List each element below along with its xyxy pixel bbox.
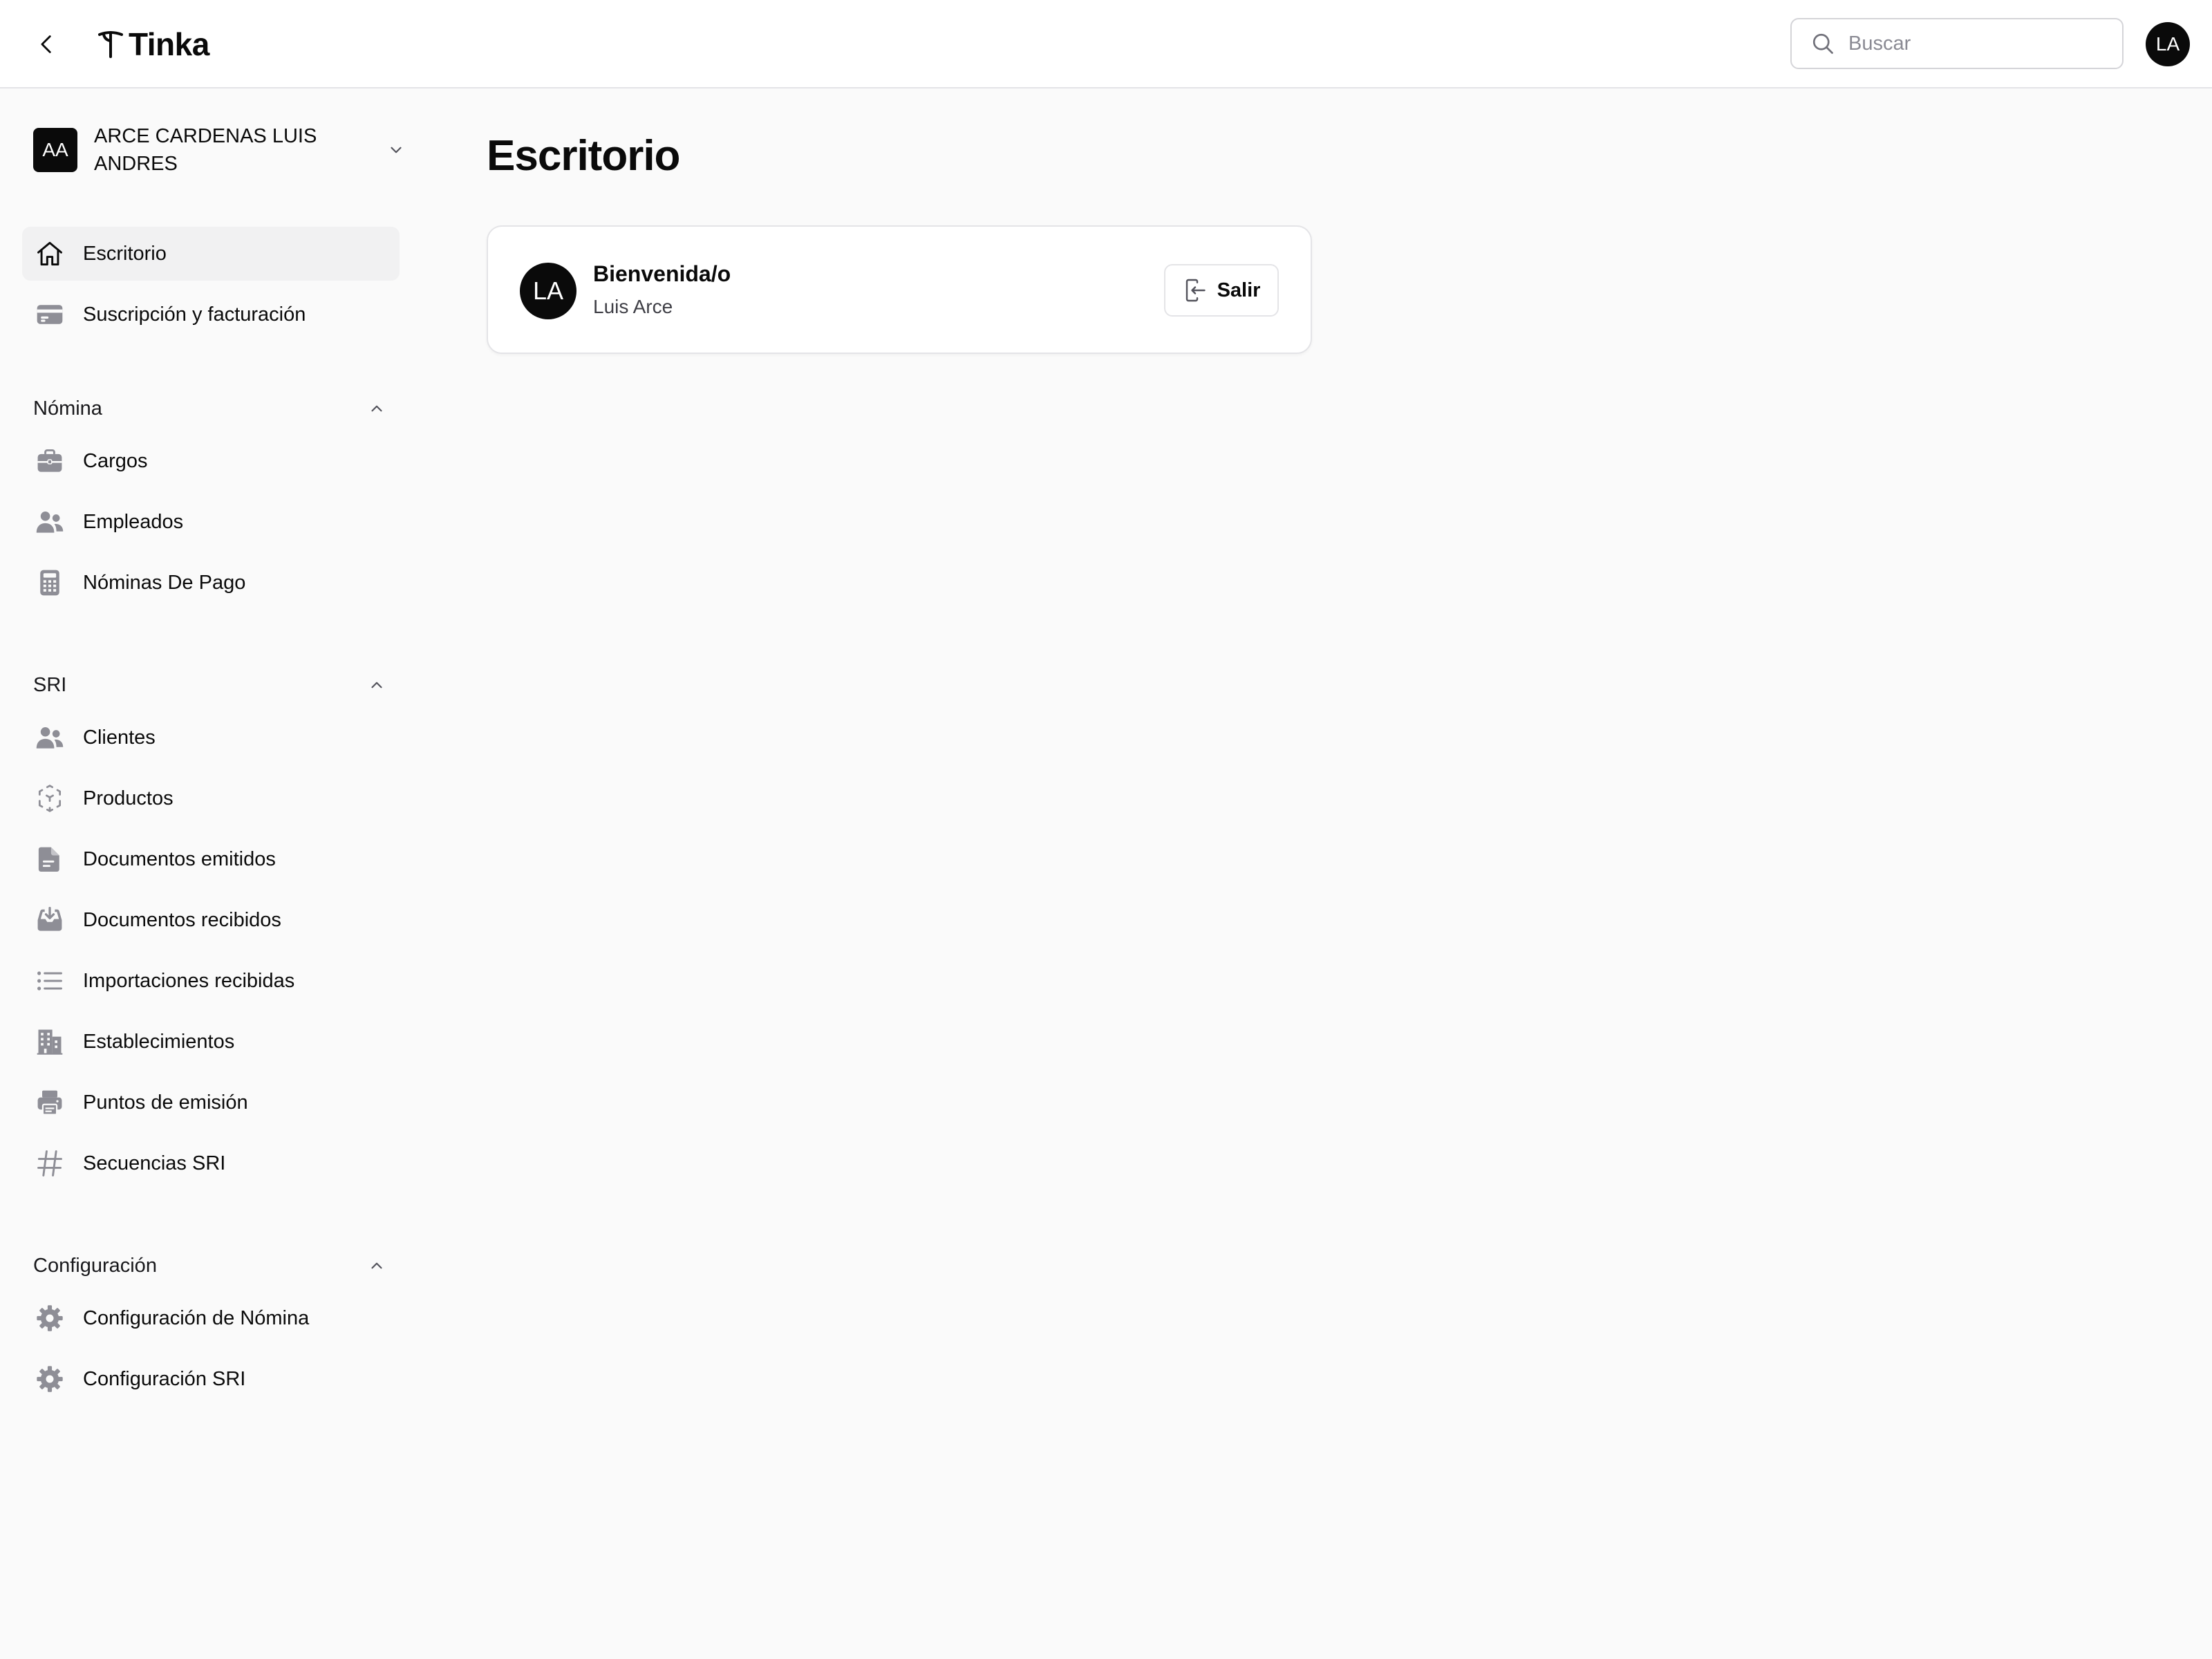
gear-icon bbox=[35, 1364, 65, 1394]
sidebar-item-empleados[interactable]: Empleados bbox=[22, 495, 400, 549]
hashtag-icon bbox=[35, 1148, 65, 1179]
sidebar-item-label: Importaciones recibidas bbox=[83, 969, 295, 992]
section-configuracion[interactable]: Configuración bbox=[33, 1248, 387, 1283]
sidebar: AA ARCE CARDENAS LUIS ANDRES Escritorio … bbox=[0, 90, 429, 1659]
sidebar-item-label: Configuración de Nómina bbox=[83, 1306, 310, 1329]
sidebar-item-label: Nóminas De Pago bbox=[83, 571, 246, 594]
home-icon bbox=[35, 238, 65, 269]
sidebar-item-documentos-recibidos[interactable]: Documentos recibidos bbox=[22, 893, 400, 947]
logout-icon bbox=[1185, 279, 1206, 302]
building-icon bbox=[35, 1027, 65, 1057]
section-nomina[interactable]: Nómina bbox=[33, 391, 387, 426]
sidebar-item-label: Secuencias SRI bbox=[83, 1152, 226, 1174]
briefcase-icon bbox=[35, 446, 65, 476]
users-icon bbox=[35, 507, 65, 537]
search-box[interactable] bbox=[1790, 18, 2124, 69]
tinka-logo-icon bbox=[98, 31, 123, 58]
chevron-down-icon bbox=[386, 140, 406, 160]
organization-switcher[interactable]: AA ARCE CARDENAS LUIS ANDRES bbox=[33, 119, 406, 181]
sidebar-item-label: Empleados bbox=[83, 510, 184, 533]
calculator-icon bbox=[35, 568, 65, 598]
sidebar-item-secuencias-sri[interactable]: Secuencias SRI bbox=[22, 1136, 400, 1190]
sidebar-item-clientes[interactable]: Clientes bbox=[22, 711, 400, 765]
welcome-card: LA Bienvenida/o Luis Arce Salir bbox=[487, 225, 1312, 354]
section-title: SRI bbox=[33, 673, 67, 696]
organization-name: ARCE CARDENAS LUIS ANDRES bbox=[94, 125, 317, 175]
sidebar-item-productos[interactable]: Productos bbox=[22, 771, 400, 825]
brand-logo[interactable]: Tinka bbox=[97, 24, 209, 65]
sidebar-item-label: Escritorio bbox=[83, 242, 167, 265]
organization-badge: AA bbox=[33, 128, 77, 172]
credit-card-icon bbox=[35, 299, 65, 330]
welcome-title: Bienvenida/o bbox=[593, 261, 731, 286]
sidebar-item-documentos-emitidos[interactable]: Documentos emitidos bbox=[22, 832, 400, 886]
logout-button[interactable]: Salir bbox=[1164, 264, 1279, 317]
gear-icon bbox=[35, 1303, 65, 1333]
chevron-up-icon bbox=[366, 675, 387, 695]
logout-label: Salir bbox=[1217, 279, 1261, 301]
user-avatar[interactable]: LA bbox=[2146, 22, 2190, 66]
cube-icon bbox=[35, 783, 65, 814]
sidebar-item-importaciones-recibidas[interactable]: Importaciones recibidas bbox=[22, 954, 400, 1008]
sidebar-item-label: Cargos bbox=[83, 449, 148, 472]
sidebar-item-establecimientos[interactable]: Establecimientos bbox=[22, 1015, 400, 1069]
section-title: Nómina bbox=[33, 397, 102, 420]
sidebar-item-nominas-de-pago[interactable]: Nóminas De Pago bbox=[22, 556, 400, 610]
search-input[interactable] bbox=[1847, 31, 2112, 56]
sidebar-item-label: Documentos emitidos bbox=[83, 847, 276, 870]
avatar: LA bbox=[520, 263, 577, 319]
section-sri[interactable]: SRI bbox=[33, 668, 387, 702]
sidebar-item-label: Suscripción y facturación bbox=[83, 303, 306, 326]
sidebar-item-label: Clientes bbox=[83, 726, 156, 749]
brand-name: Tinka bbox=[129, 26, 209, 62]
search-icon bbox=[1808, 29, 1837, 58]
sidebar-item-label: Productos bbox=[83, 787, 174, 809]
sidebar-item-label: Establecimientos bbox=[83, 1030, 235, 1053]
list-icon bbox=[35, 966, 65, 996]
sidebar-item-label: Documentos recibidos bbox=[83, 908, 281, 931]
chevron-left-icon bbox=[41, 35, 51, 53]
sidebar-item-cargos[interactable]: Cargos bbox=[22, 434, 400, 488]
sidebar-item-suscripcion[interactable]: Suscripción y facturación bbox=[22, 288, 400, 341]
sidebar-item-puntos-de-emision[interactable]: Puntos de emisión bbox=[22, 1076, 400, 1130]
users-icon bbox=[35, 722, 65, 753]
chevron-up-icon bbox=[366, 398, 387, 419]
sidebar-item-escritorio[interactable]: Escritorio bbox=[22, 227, 400, 281]
section-title: Configuración bbox=[33, 1254, 157, 1277]
page-title: Escritorio bbox=[487, 132, 680, 180]
sidebar-item-configuracion-sri[interactable]: Configuración SRI bbox=[22, 1352, 400, 1406]
welcome-user-name: Luis Arce bbox=[593, 296, 673, 317]
back-button[interactable] bbox=[32, 29, 62, 59]
inbox-download-icon bbox=[35, 905, 65, 935]
chevron-up-icon bbox=[366, 1255, 387, 1276]
top-bar: Tinka LA bbox=[0, 0, 2212, 88]
sidebar-item-configuracion-nomina[interactable]: Configuración de Nómina bbox=[22, 1291, 400, 1345]
sidebar-item-label: Configuración SRI bbox=[83, 1367, 246, 1390]
document-icon bbox=[35, 844, 65, 874]
printer-icon bbox=[35, 1087, 65, 1118]
sidebar-item-label: Puntos de emisión bbox=[83, 1091, 248, 1114]
